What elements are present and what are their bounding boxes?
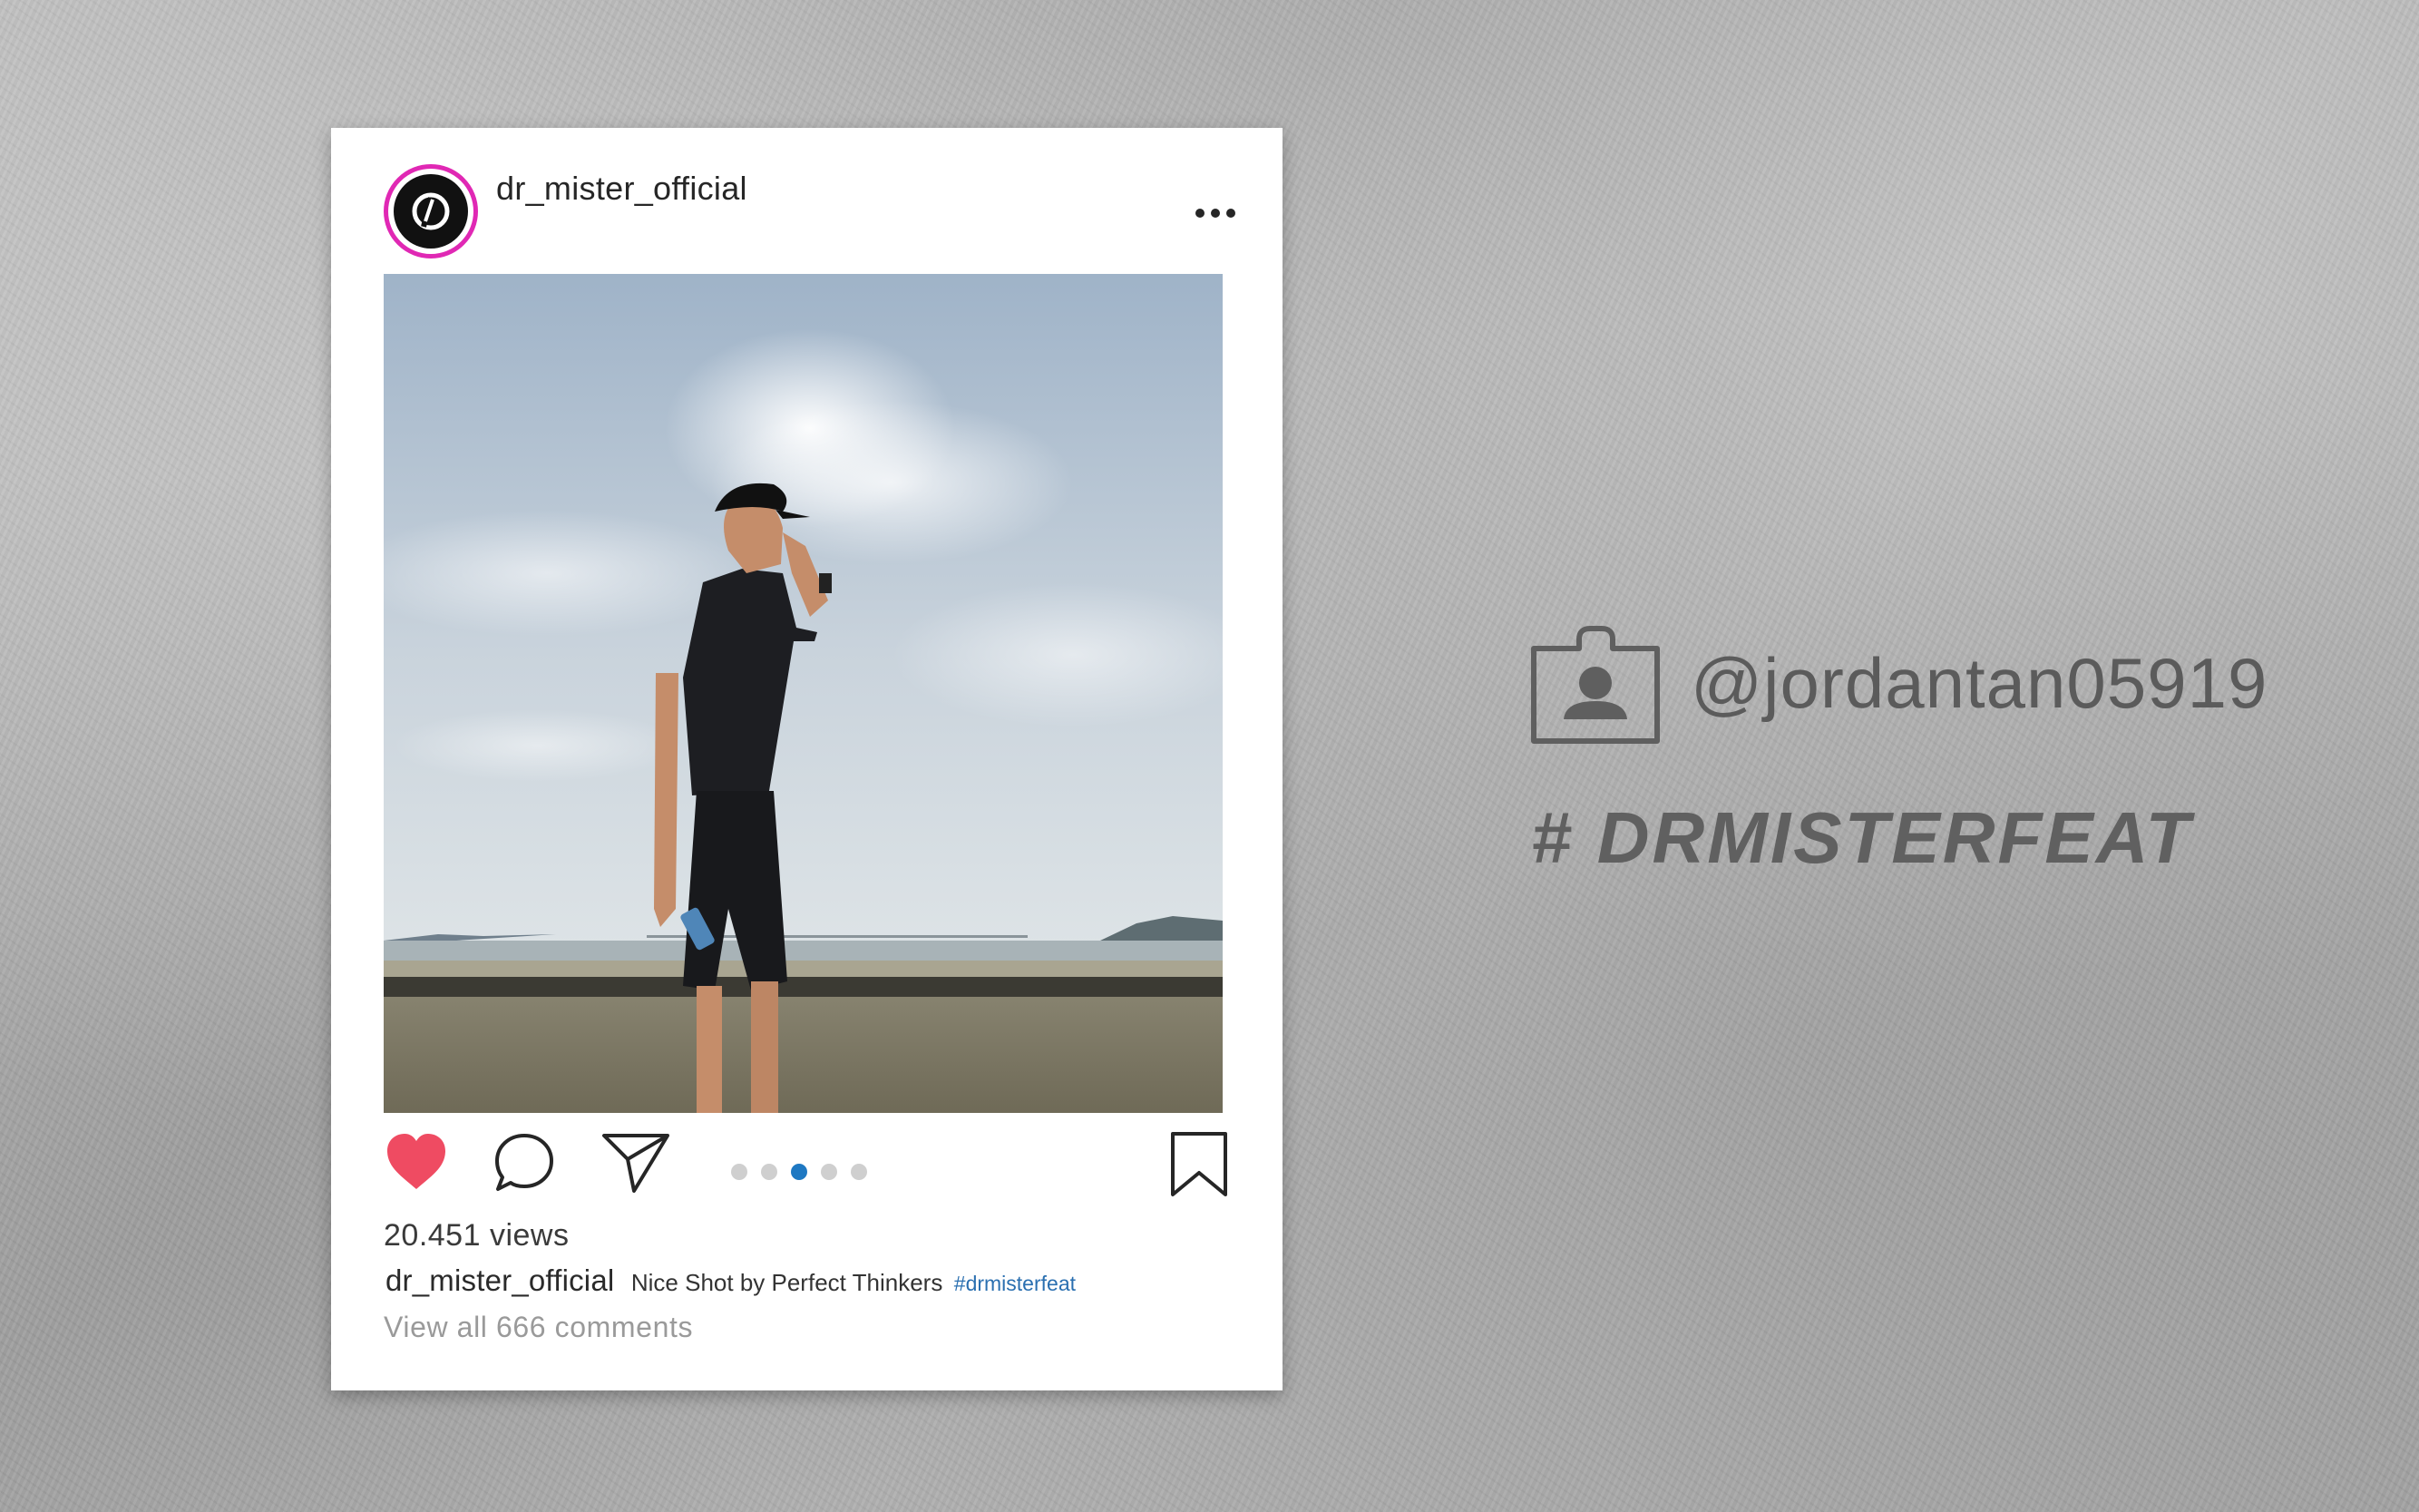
carousel-dot[interactable] [851,1164,867,1180]
heart-icon[interactable] [384,1131,449,1195]
instagram-handle: @jordantan05919 [1691,643,2268,723]
caption-text: Nice Shot by Perfect Thinkers [630,1269,943,1296]
post-card: dr_mister_official 20.451 views dr_miste… [331,128,1283,1390]
bookmark-icon[interactable] [1170,1131,1228,1198]
carousel-dot-active[interactable] [791,1164,807,1180]
post-actions [384,1131,1227,1213]
caption: dr_mister_official Nice Shot by Perfect … [385,1263,1076,1298]
send-icon[interactable] [601,1131,670,1195]
post-username[interactable]: dr_mister_official [496,170,747,208]
post-image [384,274,1223,1113]
profile-badge-icon [1531,626,1660,744]
carousel-dot[interactable] [731,1164,747,1180]
views-count: 20.451 views [384,1218,570,1253]
logo-icon [412,192,450,230]
caption-username[interactable]: dr_mister_official [385,1263,614,1297]
comment-icon[interactable] [493,1131,556,1195]
carousel-dot[interactable] [761,1164,777,1180]
more-icon[interactable] [1194,207,1237,219]
avatar[interactable] [384,164,478,259]
carousel-dot[interactable] [821,1164,837,1180]
caption-hashtag-link[interactable]: #drmisterfeat [954,1272,1076,1295]
post-photo[interactable] [384,274,1223,1113]
campaign-hashtag: # DRMISTERFEAT [1531,797,2193,878]
view-comments-link[interactable]: View all 666 comments [384,1311,693,1344]
avatar-logo [394,174,468,249]
post-header: dr_mister_official [384,164,1237,259]
